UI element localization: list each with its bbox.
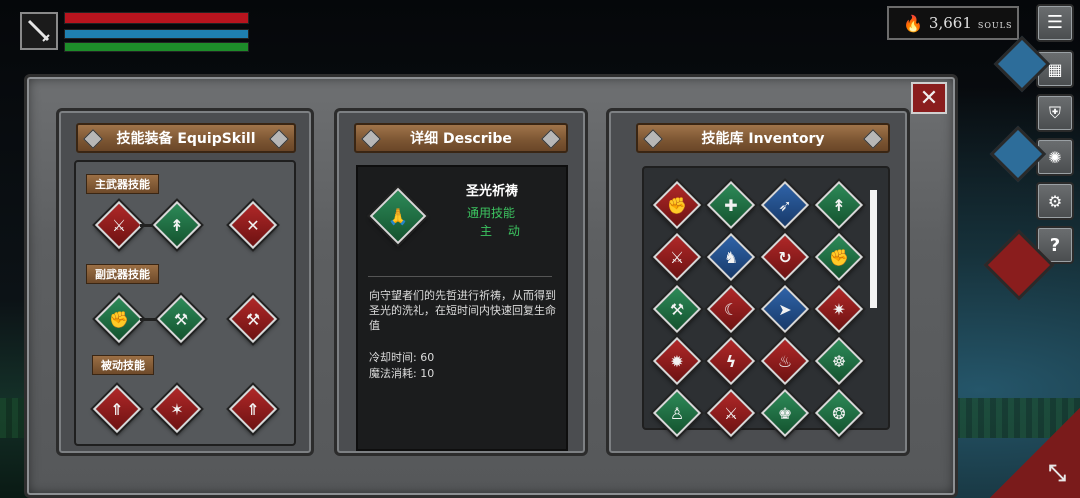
flame-icon: 🔥	[903, 13, 923, 33]
slash-icon: ⚔	[723, 403, 739, 423]
skill-link	[140, 318, 158, 321]
menu-button[interactable]: ☰	[1036, 4, 1074, 42]
fist-icon: ✊	[829, 247, 849, 267]
nail-icon	[541, 129, 561, 149]
whirl-icon: ↻	[778, 247, 792, 267]
crescent-slash-icon: ☾	[723, 299, 739, 319]
rank-up-icon: ⇑	[110, 399, 124, 419]
multi-slash-icon: ✷	[832, 299, 846, 319]
axe-icon: ⚒	[173, 309, 189, 329]
sword-strike-icon: ↟	[832, 195, 846, 215]
inventory-title-plank: 技能库 Inventory	[636, 123, 890, 153]
nail-icon	[83, 129, 103, 149]
skill-mode: 主 动	[480, 224, 526, 238]
expand-corner-button[interactable]: ⤡	[990, 408, 1080, 498]
power-up-icon: ♚	[777, 403, 793, 423]
runner-icon: ♙	[669, 403, 685, 423]
armor-icon: ⛨	[1048, 103, 1061, 122]
help-icon: ?	[1049, 234, 1061, 256]
map-icon: ▦	[1047, 59, 1063, 79]
souls-label: SOULS	[977, 20, 1013, 30]
shield-cross-icon: ✚	[724, 195, 738, 215]
leap-icon: ⚔	[669, 247, 685, 267]
skill-mana-cost: 魔法消耗: 10	[369, 367, 435, 380]
equip-title: 技能装备 EquipSkill	[116, 131, 256, 147]
prayer-hands-icon: 🙏	[388, 206, 408, 226]
nail-icon	[269, 129, 289, 149]
cross-blades-icon: ✕	[246, 215, 260, 235]
inventory-scrollbar[interactable]	[870, 190, 877, 308]
sword-strike-icon: ↟	[170, 215, 184, 235]
sword-icon	[27, 19, 50, 42]
nail-icon	[643, 129, 663, 149]
sub-weapon-tag: 副武器技能	[86, 264, 159, 284]
describe-title: 详细 Describe	[410, 131, 512, 147]
flame-icon: ♨	[777, 351, 793, 371]
spear-thrust-icon: ➤	[778, 299, 792, 319]
rank-up-icon: ⇑	[246, 399, 260, 419]
menu-list-icon: ☰	[1046, 12, 1064, 33]
hammer-icon: ⚒	[245, 309, 261, 329]
settings-gear-icon: ⚙	[1047, 191, 1063, 211]
inventory-title: 技能库 Inventory	[701, 131, 825, 147]
skill-name: 圣光祈祷	[466, 184, 519, 199]
close-button[interactable]: ✕	[911, 82, 947, 114]
skill-type: 通用技能	[467, 206, 516, 220]
main-weapon-tag: 主武器技能	[86, 174, 159, 194]
stamina-bar	[64, 42, 249, 52]
skill-description: 向守望者们的先哲进行祈祷，从而得到圣光的洗礼，在短时间内快速回复生命值	[369, 289, 556, 332]
weapon-slot[interactable]	[20, 12, 58, 50]
armor-button[interactable]: ⛨	[1036, 94, 1074, 132]
expand-arrows-icon: ⤡	[1048, 461, 1066, 486]
fist-icon: ✊	[109, 309, 129, 329]
dash-icon: ➶	[778, 195, 792, 215]
souls-count: 3,661	[928, 14, 972, 32]
passive-tag: 被动技能	[92, 355, 154, 375]
souls-counter: 🔥 3,661 SOULS	[887, 6, 1019, 40]
equip-title-plank: 技能装备 EquipSkill	[76, 123, 296, 153]
close-icon: ✕	[919, 85, 939, 111]
nail-icon	[863, 129, 883, 149]
axe-icon: ⚒	[669, 299, 685, 319]
skill-cooldown: 冷却时间: 60	[369, 351, 435, 364]
mana-bar	[64, 29, 249, 39]
burst-icon: ✹	[670, 351, 684, 371]
lightning-icon: ϟ	[725, 351, 737, 371]
fist-punch-icon: ✊	[667, 195, 687, 215]
health-bar	[64, 12, 249, 24]
crouch-icon: ♞	[723, 247, 739, 267]
settings-button[interactable]: ⚙	[1036, 182, 1074, 220]
describe-title-plank: 详细 Describe	[354, 123, 568, 153]
slash-icon: ⚔	[111, 215, 127, 235]
prayer-hands-icon: ☸	[831, 351, 847, 371]
nail-icon	[361, 129, 381, 149]
emblem-icon: ✺	[1048, 147, 1062, 167]
star-blade-icon: ✶	[170, 399, 184, 419]
brain-icon: ❂	[832, 403, 846, 423]
divider	[368, 276, 552, 277]
